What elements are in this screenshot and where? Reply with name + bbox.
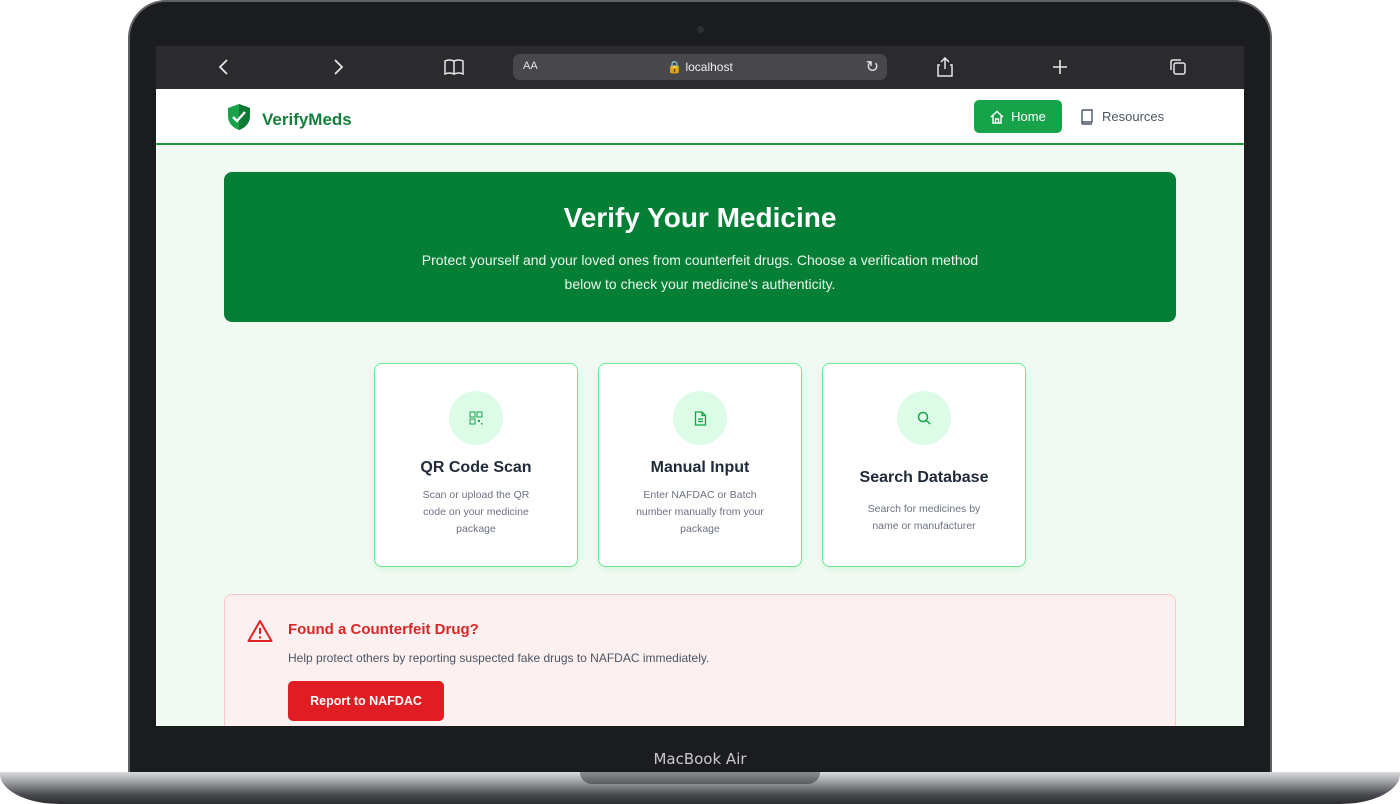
bookmarks-icon[interactable]	[440, 54, 468, 80]
browser-toolbar: AA 🔒 localhost ↻	[156, 46, 1244, 89]
card-title: Manual Input	[650, 459, 750, 476]
new-tab-icon[interactable]	[1046, 54, 1074, 80]
hero-banner: Verify Your Medicine Protect yourself an…	[224, 172, 1176, 322]
lid-notch	[580, 772, 820, 784]
webcam	[697, 26, 704, 33]
nav-resources-label: Resources	[1102, 109, 1165, 124]
card-description: Enter NAFDAC or Batch number manually fr…	[636, 489, 764, 535]
qr-code-scan-card[interactable]: QR Code Scan Scan or upload the QR code …	[374, 363, 578, 567]
forward-icon[interactable]	[324, 54, 352, 80]
tabs-icon[interactable]	[1164, 54, 1192, 80]
address-bar[interactable]: AA 🔒 localhost ↻	[513, 54, 887, 80]
alert-text: Help protect others by reporting suspect…	[288, 651, 710, 665]
alert-title: Found a Counterfeit Drug?	[288, 621, 479, 638]
url-text: 🔒 localhost	[667, 60, 733, 74]
warning-icon	[247, 619, 273, 648]
search-database-card[interactable]: Search Database Search for medicines by …	[822, 363, 1026, 567]
nav-home-button[interactable]: Home	[974, 100, 1062, 133]
manual-input-card[interactable]: Manual Input Enter NAFDAC or Batch numbe…	[598, 363, 802, 567]
back-icon[interactable]	[210, 54, 238, 80]
book-icon	[1081, 108, 1093, 125]
qr-code-icon	[449, 391, 503, 445]
brand-name: VerifyMeds	[262, 109, 352, 129]
counterfeit-alert: Found a Counterfeit Drug? Help protect o…	[224, 594, 1176, 726]
nav-resources-link[interactable]: Resources	[1080, 100, 1164, 133]
hero-subtitle: Protect yourself and your loved ones fro…	[421, 252, 979, 292]
document-icon	[673, 391, 727, 445]
shield-logo-icon	[226, 103, 252, 136]
card-description: Scan or upload the QR code on your medic…	[422, 489, 530, 535]
device-label: MacBook Air	[653, 750, 747, 768]
card-description: Search for medicines by name or manufact…	[867, 503, 981, 532]
nav-home-label: Home	[1011, 109, 1046, 124]
hero-title: Verify Your Medicine	[563, 202, 837, 233]
share-icon[interactable]	[931, 54, 959, 80]
reload-icon[interactable]: ↻	[866, 57, 879, 77]
card-title: QR Code Scan	[420, 459, 532, 476]
card-title: Search Database	[859, 469, 989, 486]
lock-icon: 🔒	[667, 60, 683, 74]
report-to-nafdac-button[interactable]: Report to NAFDAC	[288, 681, 444, 721]
macbook-mockup: AA 🔒 localhost ↻ VerifyMeds Home Resourc…	[0, 0, 1400, 804]
search-icon	[897, 391, 951, 445]
app-header: VerifyMeds Home Resources	[156, 89, 1244, 145]
home-icon	[990, 110, 1004, 124]
browser-screen: AA 🔒 localhost ↻ VerifyMeds Home Resourc…	[156, 46, 1244, 726]
brand[interactable]: VerifyMeds	[226, 103, 352, 136]
